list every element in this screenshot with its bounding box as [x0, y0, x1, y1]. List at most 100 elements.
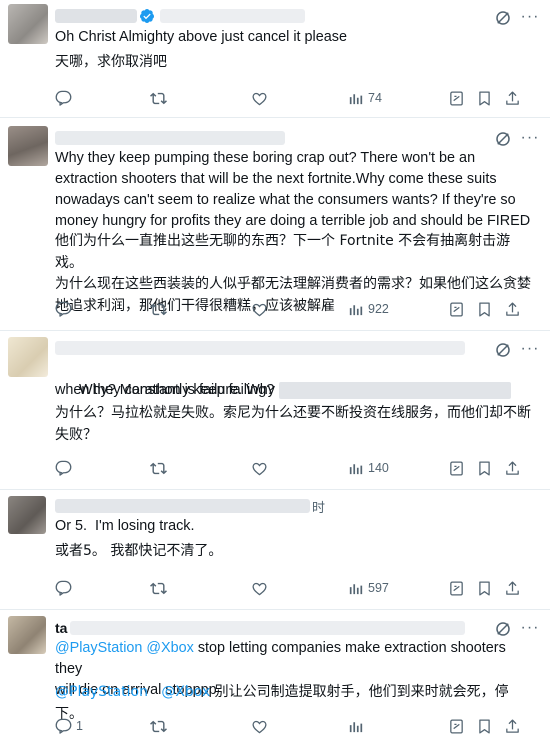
display-name[interactable]	[55, 131, 285, 145]
reply-button[interactable]	[55, 578, 72, 598]
post-2[interactable]: ··· Why they keep pumping these boring c…	[0, 118, 550, 331]
bookmark-icon	[479, 580, 490, 596]
display-name-initial: ta	[55, 620, 68, 636]
action-bar: 140	[55, 458, 525, 478]
retweet-button[interactable]	[150, 88, 167, 108]
display-name-tail: 时	[312, 500, 326, 515]
bookmark-icon	[479, 301, 490, 317]
reply-icon	[55, 90, 72, 106]
grok-button[interactable]	[448, 716, 465, 736]
reply-button[interactable]: 1	[55, 716, 83, 736]
like-button[interactable]	[251, 716, 268, 736]
mention-playstation[interactable]: @PlayStation	[55, 640, 142, 656]
more-icon[interactable]: ···	[520, 129, 540, 147]
translate-icon[interactable]	[494, 130, 512, 148]
like-button[interactable]	[251, 88, 268, 108]
views-count: 922	[368, 302, 389, 316]
retweet-icon	[150, 303, 167, 315]
grok-icon	[450, 460, 463, 476]
grok-icon	[450, 580, 463, 596]
more-icon[interactable]: ···	[520, 619, 540, 637]
bookmark-button[interactable]	[476, 716, 493, 736]
more-icon[interactable]: ···	[520, 340, 540, 358]
retweet-button[interactable]	[150, 716, 167, 736]
views-icon	[349, 304, 363, 315]
grok-button[interactable]	[448, 88, 465, 108]
reply-button[interactable]	[55, 88, 72, 108]
post-1[interactable]: ··· Oh Christ Almighty above just cancel…	[0, 0, 550, 118]
like-icon	[252, 303, 267, 316]
reply-button[interactable]	[55, 299, 72, 319]
bookmark-icon	[479, 460, 490, 476]
like-icon	[252, 462, 267, 475]
retweet-icon	[150, 582, 167, 594]
grok-button[interactable]	[448, 299, 465, 319]
action-bar: 597	[55, 578, 525, 598]
share-icon	[506, 90, 519, 105]
like-button[interactable]	[251, 578, 268, 598]
reply-icon	[55, 718, 72, 734]
grok-icon	[450, 718, 463, 734]
handle[interactable]	[160, 9, 305, 23]
post-5[interactable]: ta ··· @PlayStation @Xbox stop letting c…	[0, 610, 550, 747]
mention-xbox[interactable]: @Xbox	[146, 640, 193, 656]
views-button[interactable]: 597	[347, 578, 389, 598]
avatar[interactable]	[8, 4, 48, 44]
avatar[interactable]	[8, 616, 46, 654]
views-icon	[349, 463, 363, 474]
post-text-en: Why they keep pumping these boring crap …	[55, 150, 531, 229]
avatar[interactable]	[8, 337, 48, 377]
action-bar: 1	[55, 716, 525, 736]
bookmark-button[interactable]	[476, 299, 493, 319]
bookmark-button[interactable]	[476, 458, 493, 478]
display-name[interactable]	[55, 341, 465, 355]
grok-button[interactable]	[448, 458, 465, 478]
post-text-en-line2: when they constantly keep failing?	[55, 382, 275, 398]
views-button[interactable]: 74	[347, 88, 382, 108]
share-button[interactable]	[504, 299, 521, 319]
views-button[interactable]	[347, 716, 364, 736]
views-button[interactable]: 922	[347, 299, 389, 319]
post-text-zh: 或者5。 我都快记不清了。	[55, 543, 223, 559]
bookmark-button[interactable]	[476, 88, 493, 108]
retweet-button[interactable]	[150, 299, 167, 319]
reply-icon	[55, 301, 72, 317]
reply-button[interactable]	[55, 458, 72, 478]
mention-playstation[interactable]: @PlayStation	[55, 684, 148, 700]
share-button[interactable]	[504, 716, 521, 736]
views-count: 140	[368, 461, 389, 475]
share-button[interactable]	[504, 578, 521, 598]
translate-icon[interactable]	[494, 9, 512, 27]
retweet-button[interactable]	[150, 578, 167, 598]
bookmark-button[interactable]	[476, 578, 493, 598]
views-button[interactable]: 140	[347, 458, 389, 478]
avatar[interactable]	[8, 496, 46, 534]
mention-xbox[interactable]: @Xbox	[161, 684, 210, 700]
bookmark-icon	[479, 90, 490, 106]
avatar[interactable]	[8, 126, 48, 166]
views-icon	[349, 721, 363, 732]
share-button[interactable]	[504, 458, 521, 478]
translate-icon[interactable]	[494, 620, 512, 638]
share-icon	[506, 301, 519, 316]
retweet-button[interactable]	[150, 458, 167, 478]
like-icon	[252, 92, 267, 105]
display-name[interactable]	[55, 9, 137, 23]
grok-button[interactable]	[448, 578, 465, 598]
display-name[interactable]	[70, 621, 465, 635]
reply-count: 1	[76, 719, 83, 733]
share-button[interactable]	[504, 88, 521, 108]
translate-icon[interactable]	[494, 341, 512, 359]
more-icon[interactable]: ···	[520, 8, 540, 26]
post-text-en: Or 5. I'm losing track.	[55, 518, 195, 534]
like-icon	[252, 720, 267, 733]
like-button[interactable]	[251, 458, 268, 478]
post-4[interactable]: 时 Or 5. I'm losing track. 或者5。 我都快记不清了。 …	[0, 490, 550, 610]
views-count: 74	[368, 91, 382, 105]
retweet-icon	[150, 462, 167, 474]
post-3[interactable]: ··· Why? Marathon is failure. Why when t…	[0, 331, 550, 490]
display-name[interactable]	[55, 499, 310, 513]
reply-icon	[55, 580, 72, 596]
like-button[interactable]	[251, 299, 268, 319]
action-bar: 74	[55, 88, 525, 108]
